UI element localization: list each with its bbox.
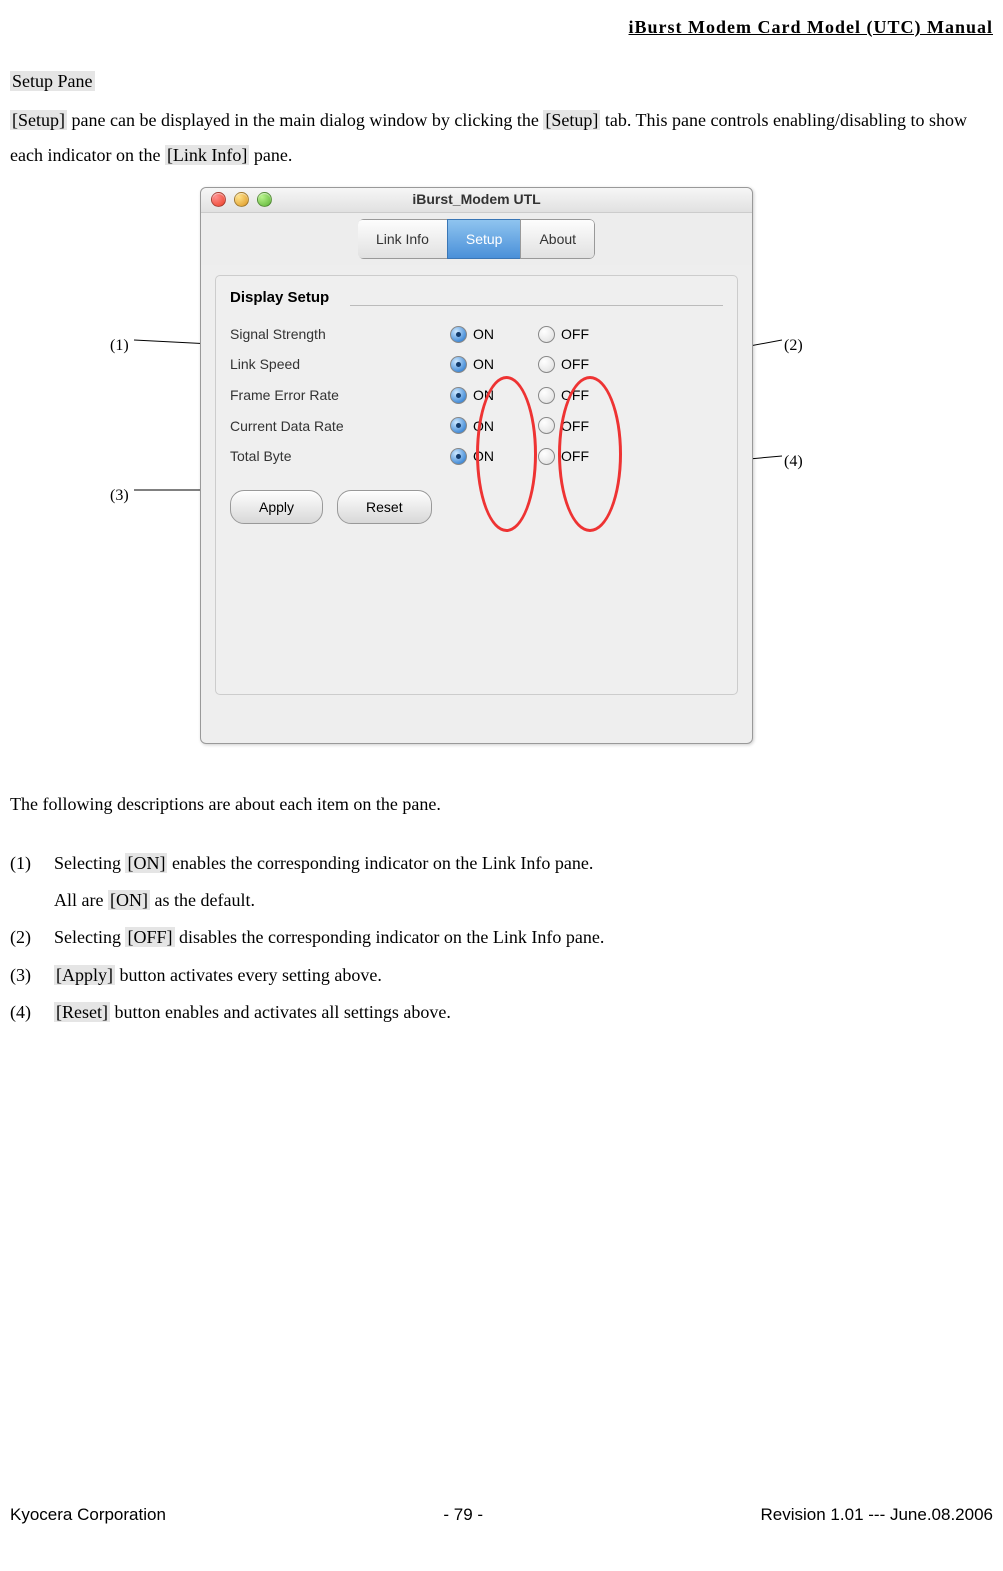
tab-link-info[interactable]: Link Info xyxy=(358,219,448,260)
callout-1: (1) xyxy=(110,331,129,361)
row-signal-strength: Signal Strength ON OFF xyxy=(230,321,723,348)
callout-2: (2) xyxy=(784,331,803,361)
radio-off[interactable] xyxy=(538,356,555,373)
radio-on[interactable] xyxy=(450,387,467,404)
row-current-data-rate: Current Data Rate ON OFF xyxy=(230,413,723,440)
description-intro: The following descriptions are about eac… xyxy=(10,787,993,821)
footer-right: Revision 1.01 --- June.08.2006 xyxy=(761,1499,993,1531)
row-link-speed: Link Speed ON OFF xyxy=(230,351,723,378)
row-total-byte: Total Byte ON OFF xyxy=(230,443,723,470)
radio-on[interactable] xyxy=(450,448,467,465)
radio-on[interactable] xyxy=(450,417,467,434)
section-heading: Setup Pane xyxy=(10,64,993,98)
tab-setup[interactable]: Setup xyxy=(447,219,522,260)
page-footer: Kyocera Corporation - 79 - Revision 1.01… xyxy=(10,1499,993,1531)
window-title: iBurst_Modem UTL xyxy=(201,186,752,213)
setup-content: Display Setup Signal Strength ON OFF Lin… xyxy=(215,275,738,695)
radio-on[interactable] xyxy=(450,326,467,343)
tab-about[interactable]: About xyxy=(520,219,595,260)
footer-page-number: - 79 - xyxy=(443,1499,483,1531)
window-titlebar: iBurst_Modem UTL xyxy=(201,188,752,213)
callout-3: (3) xyxy=(110,481,129,511)
list-item: (4) [Reset] button enables and activates… xyxy=(10,995,993,1029)
figure-area: (1) (2) (3) (4) iBurst_Modem UTL Link In… xyxy=(10,187,993,747)
list-item: (1) Selecting [ON] enables the correspon… xyxy=(10,846,993,880)
radio-off[interactable] xyxy=(538,448,555,465)
radio-on[interactable] xyxy=(450,356,467,373)
intro-paragraph: [Setup] pane can be displayed in the mai… xyxy=(10,103,993,171)
list-item: (2) Selecting [OFF] disables the corresp… xyxy=(10,920,993,954)
radio-off[interactable] xyxy=(538,326,555,343)
callout-4: (4) xyxy=(784,447,803,477)
page-header-title: iBurst Modem Card Model (UTC) Manual xyxy=(10,10,993,44)
reset-button[interactable]: Reset xyxy=(337,490,432,525)
footer-left: Kyocera Corporation xyxy=(10,1499,166,1531)
list-item: (3) [Apply] button activates every setti… xyxy=(10,958,993,992)
radio-off[interactable] xyxy=(538,387,555,404)
display-setup-label: Display Setup xyxy=(230,284,723,313)
row-frame-error-rate: Frame Error Rate ON OFF xyxy=(230,382,723,409)
mac-window: iBurst_Modem UTL Link Info Setup About D… xyxy=(200,187,753,744)
list-item-sub: All are [ON] as the default. xyxy=(54,883,993,917)
radio-off[interactable] xyxy=(538,417,555,434)
apply-button[interactable]: Apply xyxy=(230,490,323,525)
